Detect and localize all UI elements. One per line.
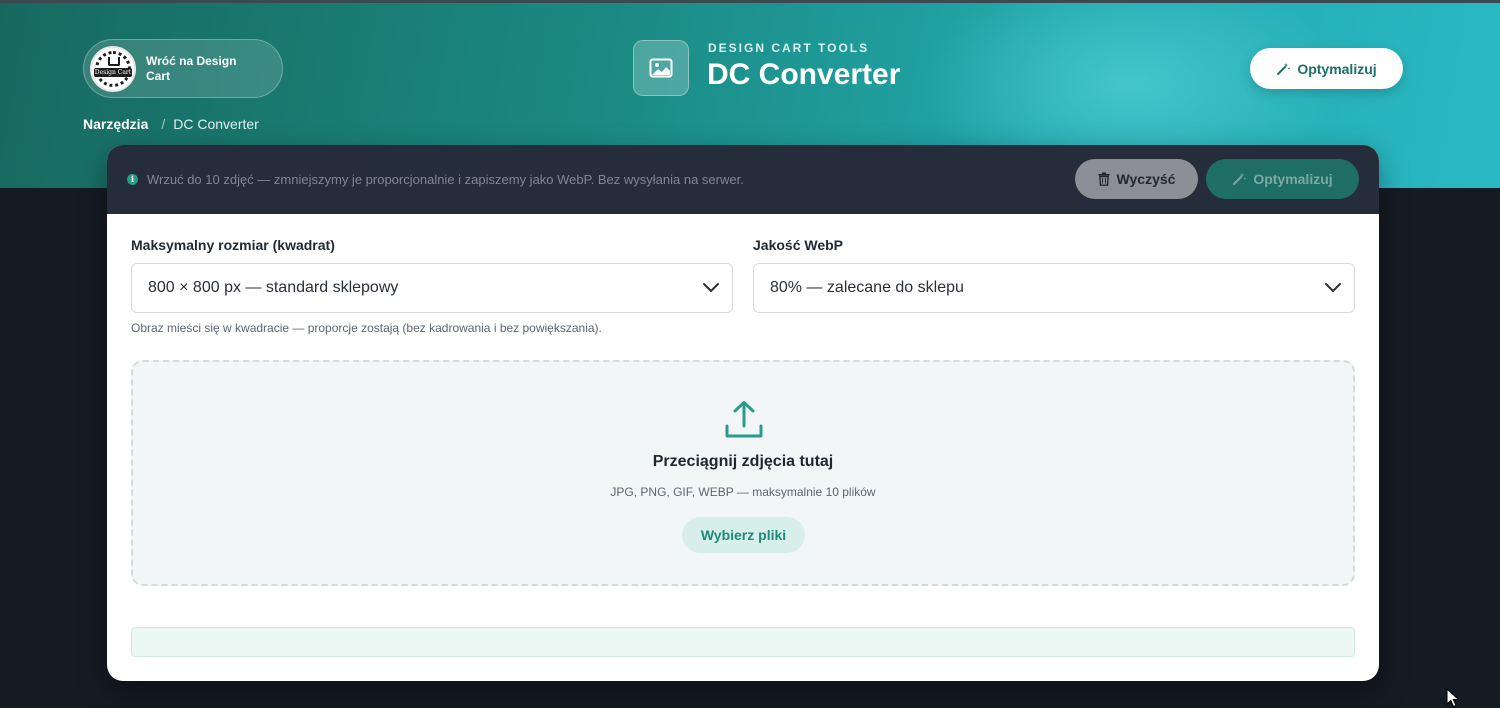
optimize-button-label: Optymalizuj: [1253, 171, 1333, 187]
clear-button[interactable]: Wyczyść: [1075, 159, 1198, 199]
size-hint: Obraz mieści się w kwadracie — proporcje…: [131, 321, 602, 335]
size-select-value: 800 × 800 px — standard sklepowy: [148, 279, 399, 296]
chevron-down-icon: [1325, 283, 1341, 292]
upload-icon: [725, 401, 763, 438]
mouse-cursor-icon: [1446, 688, 1460, 708]
dropzone-subtitle: JPG, PNG, GIF, WEBP — maksymalnie 10 pli…: [610, 485, 876, 499]
page-title: DC Converter: [707, 58, 901, 91]
toolbar-info-text: Wrzuć do 10 zdjęć — zmniejszymy je propo…: [147, 172, 744, 187]
trash-icon: [1098, 172, 1110, 186]
chevron-down-icon: [703, 283, 719, 292]
converter-card: i Wrzuć do 10 zdjęć — zmniejszymy je pro…: [107, 145, 1379, 681]
breadcrumb: Narzędzia / DC Converter: [83, 116, 259, 132]
choose-files-button[interactable]: Wybierz pliki: [682, 517, 805, 553]
breadcrumb-current: DC Converter: [173, 116, 259, 132]
card-toolbar: i Wrzuć do 10 zdjęć — zmniejszymy je pro…: [107, 145, 1379, 214]
image-icon: [633, 40, 689, 96]
magic-wand-icon: [1233, 173, 1247, 185]
file-dropzone[interactable]: Przeciągnij zdjęcia tutaj JPG, PNG, GIF,…: [131, 360, 1355, 586]
back-button-label: Wróć na Design Cart: [146, 53, 237, 83]
quality-label: Jakość WebP: [753, 237, 844, 253]
quality-select-value: 80% — zalecane do sklepu: [770, 279, 964, 296]
clear-button-label: Wyczyść: [1116, 171, 1176, 187]
dropzone-title: Przeciągnij zdjęcia tutaj: [652, 453, 834, 470]
back-to-design-cart-button[interactable]: Design Cart Wróć na Design Cart: [83, 39, 283, 98]
info-icon: i: [127, 174, 138, 185]
brand-kicker: DESIGN CART TOOLS: [708, 41, 870, 55]
breadcrumb-separator: /: [161, 116, 166, 132]
breadcrumb-link-tools[interactable]: Narzędzia: [83, 116, 148, 132]
optimize-button[interactable]: Optymalizuj: [1206, 159, 1359, 199]
header-optimize-label: Optymalizuj: [1297, 60, 1377, 77]
magic-wand-icon: [1277, 62, 1291, 75]
quality-select[interactable]: 80% — zalecane do sklepu: [753, 263, 1355, 313]
size-label: Maksymalny rozmiar (kwadrat): [131, 237, 335, 253]
header-optimize-button[interactable]: Optymalizuj: [1250, 48, 1403, 89]
design-cart-logo: Design Cart: [90, 45, 136, 92]
size-select[interactable]: 800 × 800 px — standard sklepowy: [131, 263, 733, 313]
status-bar: [131, 627, 1355, 657]
